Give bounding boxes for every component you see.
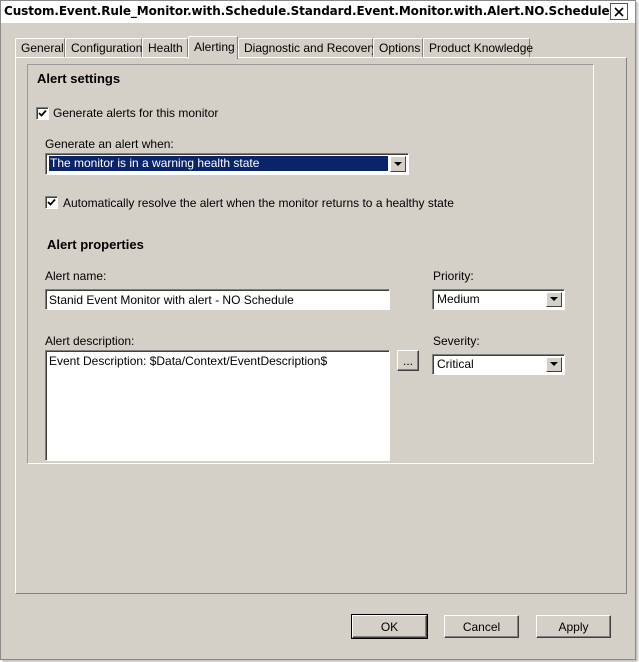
description-browse-button[interactable]: ...	[397, 350, 419, 371]
dropdown-button[interactable]	[390, 156, 406, 172]
chevron-down-icon	[550, 297, 558, 301]
chevron-down-icon	[550, 362, 558, 366]
tab-options[interactable]: Options	[373, 38, 423, 58]
tab-general[interactable]: General	[15, 38, 65, 58]
alert-description-label: Alert description:	[45, 334, 135, 348]
ok-button[interactable]: OK	[351, 614, 428, 639]
auto-resolve-label[interactable]: Automatically resolve the alert when the…	[63, 196, 454, 210]
priority-value: Medium	[437, 292, 480, 306]
close-icon	[614, 6, 624, 17]
tab-diagnostic-and-recovery[interactable]: Diagnostic and Recovery	[238, 38, 377, 58]
window-title: Custom.Event.Rule_Monitor.with.Schedule.…	[4, 4, 610, 18]
alert-settings-heading: Alert settings	[37, 71, 121, 86]
apply-button[interactable]: Apply	[536, 615, 611, 638]
generate-alerts-label[interactable]: Generate alerts for this monitor	[53, 106, 218, 120]
close-button[interactable]	[610, 3, 628, 20]
alert-properties-heading: Alert properties	[47, 237, 144, 252]
generate-when-label: Generate an alert when:	[45, 137, 174, 151]
tab-alerting[interactable]: Alerting	[188, 36, 238, 59]
alert-name-label: Alert name:	[45, 269, 107, 283]
alert-description-textarea[interactable]: Event Description: $Data/Context/EventDe…	[45, 350, 390, 461]
generate-alerts-checkbox[interactable]	[36, 107, 49, 120]
tab-product-knowledge[interactable]: Product Knowledge	[423, 38, 533, 58]
alert-name-input[interactable]: Stanid Event Monitor with alert - NO Sch…	[45, 289, 390, 310]
title-bar: Custom.Event.Rule_Monitor.with.Schedule.…	[1, 1, 635, 23]
dropdown-button[interactable]	[546, 292, 562, 307]
generate-when-dropdown[interactable]: The monitor is in a warning health state	[45, 153, 409, 175]
auto-resolve-checkbox[interactable]	[45, 196, 58, 209]
priority-dropdown[interactable]: Medium	[432, 289, 565, 310]
priority-label: Priority:	[433, 269, 474, 283]
chevron-down-icon	[394, 161, 402, 166]
cancel-button[interactable]: Cancel	[444, 615, 519, 638]
tab-strip: General Configuration Health Alerting Di…	[15, 36, 627, 59]
tab-configuration[interactable]: Configuration	[65, 38, 142, 58]
severity-dropdown[interactable]: Critical	[432, 354, 565, 375]
tab-health[interactable]: Health	[142, 38, 188, 58]
generate-when-value: The monitor is in a warning health state	[49, 156, 388, 171]
severity-label: Severity:	[433, 334, 480, 348]
check-icon	[38, 109, 47, 117]
check-icon	[47, 198, 56, 206]
severity-value: Critical	[437, 357, 474, 371]
dropdown-button[interactable]	[546, 357, 562, 372]
